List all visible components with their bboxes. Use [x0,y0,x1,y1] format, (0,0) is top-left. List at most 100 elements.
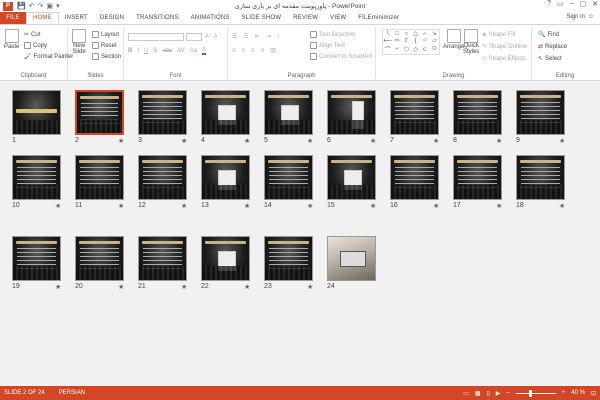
slide-preview[interactable] [516,90,565,135]
slide-preview[interactable] [75,236,124,281]
tab-file[interactable]: FILE [0,12,26,24]
redo-icon[interactable]: ↷ [38,2,44,10]
slide-preview[interactable] [453,155,502,200]
minimize-icon[interactable]: – [570,0,574,8]
shape-effects-button[interactable]: ◇ Shape Effects [482,55,526,63]
tab-design[interactable]: DESIGN [94,12,130,24]
zoom-in-button[interactable]: + [562,390,566,396]
transition-star-icon[interactable]: ★ [433,137,439,145]
slide-thumbnail-4[interactable]: 4 ★ [201,90,263,146]
decrease-indent-icon[interactable]: ⇤ [255,33,260,40]
slide-preview[interactable] [327,155,376,200]
slide-thumbnail-5[interactable]: 5 ★ [264,90,326,146]
font-color-button[interactable]: A [201,47,206,55]
underline-button[interactable]: U [144,48,148,54]
transition-star-icon[interactable]: ★ [370,202,376,210]
columns-icon[interactable]: ▥ [270,47,276,54]
sign-in[interactable]: Sign in ☺ [567,14,595,20]
zoom-slider[interactable] [515,389,556,397]
select-button[interactable]: ↖ Select [538,55,562,63]
slide-thumbnail-1[interactable]: 1 [12,90,74,146]
brace-shape-icon[interactable]: { [415,38,417,44]
transition-star-icon[interactable]: ★ [118,137,124,145]
align-center-icon[interactable]: ≡ [242,48,246,54]
ellipse-shape-icon[interactable]: ⬭ [432,46,437,53]
change-case-button[interactable]: Aa [190,48,197,54]
zoom-slider-thumb[interactable] [528,389,532,397]
transition-star-icon[interactable]: ★ [496,137,502,145]
transition-star-icon[interactable]: ★ [118,202,124,210]
align-text-button[interactable]: Align Text [310,42,345,49]
transition-star-icon[interactable]: ★ [55,202,61,210]
char-spacing-button[interactable]: AV [177,48,185,54]
save-icon[interactable]: 💾 [17,2,26,10]
slide-preview[interactable] [12,90,61,135]
shape-fill-button[interactable]: ◈ Shape Fill [482,31,515,39]
slide-thumbnail-13[interactable]: 13 ★ [201,155,263,211]
tab-review[interactable]: REVIEW [287,12,324,24]
text-direction-button[interactable]: Text Direction [310,31,355,38]
slide-preview[interactable] [516,155,565,200]
tab-home[interactable]: HOME [26,12,59,24]
elbow-connector-shape-icon[interactable]: ⌐ [423,31,427,37]
transition-star-icon[interactable]: ★ [244,137,250,145]
quick-styles-button[interactable]: Quick Styles [463,29,479,55]
fit-to-window-icon[interactable]: ⊡ [591,390,596,397]
slide-preview[interactable] [138,236,187,281]
bold-button[interactable]: B [128,48,132,54]
cut-button[interactable]: ✂ Cut [24,31,40,39]
slide-thumbnail-7[interactable]: 7 ★ [390,90,452,146]
align-right-icon[interactable]: ≡ [251,48,255,54]
zoom-level[interactable]: 40 % [571,390,585,396]
slide-preview[interactable] [264,236,313,281]
slide-thumbnail-11[interactable]: 11 ★ [75,155,137,211]
customize-qat-icon[interactable]: ▾ [56,2,60,10]
zoom-out-button[interactable]: – [506,390,509,396]
transition-star-icon[interactable]: ★ [559,137,565,145]
maximize-icon[interactable]: ▢ [580,0,587,8]
grow-font-button[interactable]: A⁺ A⁻ [205,33,221,40]
transition-star-icon[interactable]: ★ [181,202,187,210]
slide-thumbnail-10[interactable]: 10 ★ [12,155,74,211]
undo-icon[interactable]: ↶ [29,2,35,10]
slideshow-view-icon[interactable]: ▶ [496,390,501,397]
hexagon-shape-icon[interactable]: ⬡ [404,46,409,53]
parallelogram-shape-icon[interactable]: ▱ [432,37,437,44]
ribbon-display-icon[interactable]: ▭ [557,0,564,8]
slide-thumbnail-3[interactable]: 3 ★ [138,90,200,146]
format-painter-button[interactable]: 🖌 Format Painter [24,53,73,61]
slide-preview[interactable] [75,90,124,135]
up-arrow-shape-icon[interactable]: ⇧ [404,37,409,44]
triangle-shape-icon[interactable]: △ [413,30,418,37]
slide-preview[interactable] [264,90,313,135]
tab-insert[interactable]: INSERT [59,12,94,24]
transition-star-icon[interactable]: ★ [433,202,439,210]
powerpoint-logo-icon[interactable]: P [3,1,13,11]
transition-star-icon[interactable]: ★ [370,137,376,145]
normal-view-icon[interactable]: ▭ [463,390,469,397]
tab-fileminimizer[interactable]: FILEminimizer [352,12,405,24]
slide-preview[interactable] [201,155,250,200]
slide-preview[interactable] [327,236,376,281]
slide-thumbnail-21[interactable]: 21 ★ [138,236,200,292]
font-size-field[interactable] [186,33,202,41]
convert-smartart-button[interactable]: Convert to SmartArt [310,53,372,60]
bullets-icon[interactable]: ☰ [232,33,237,40]
slide-preview[interactable] [327,90,376,135]
paste-button[interactable]: Paste [4,29,19,50]
slide-preview[interactable] [75,155,124,200]
slide-preview[interactable] [453,90,502,135]
help-icon[interactable]: ? [547,0,551,8]
layout-button[interactable]: Layout [92,31,119,38]
slide-preview[interactable] [12,155,61,200]
reading-view-icon[interactable]: ▯ [486,390,489,397]
slide-thumbnail-23[interactable]: 23 ★ [264,236,326,292]
slide-preview[interactable] [138,155,187,200]
shadow-button[interactable]: S [153,48,157,54]
slide-preview[interactable] [138,90,187,135]
slide-preview[interactable] [390,90,439,135]
slide-preview[interactable] [390,155,439,200]
transition-star-icon[interactable]: ★ [244,283,250,291]
tab-animations[interactable]: ANIMATIONS [185,12,236,24]
slide-thumbnail-6[interactable]: 6 ★ [327,90,389,146]
